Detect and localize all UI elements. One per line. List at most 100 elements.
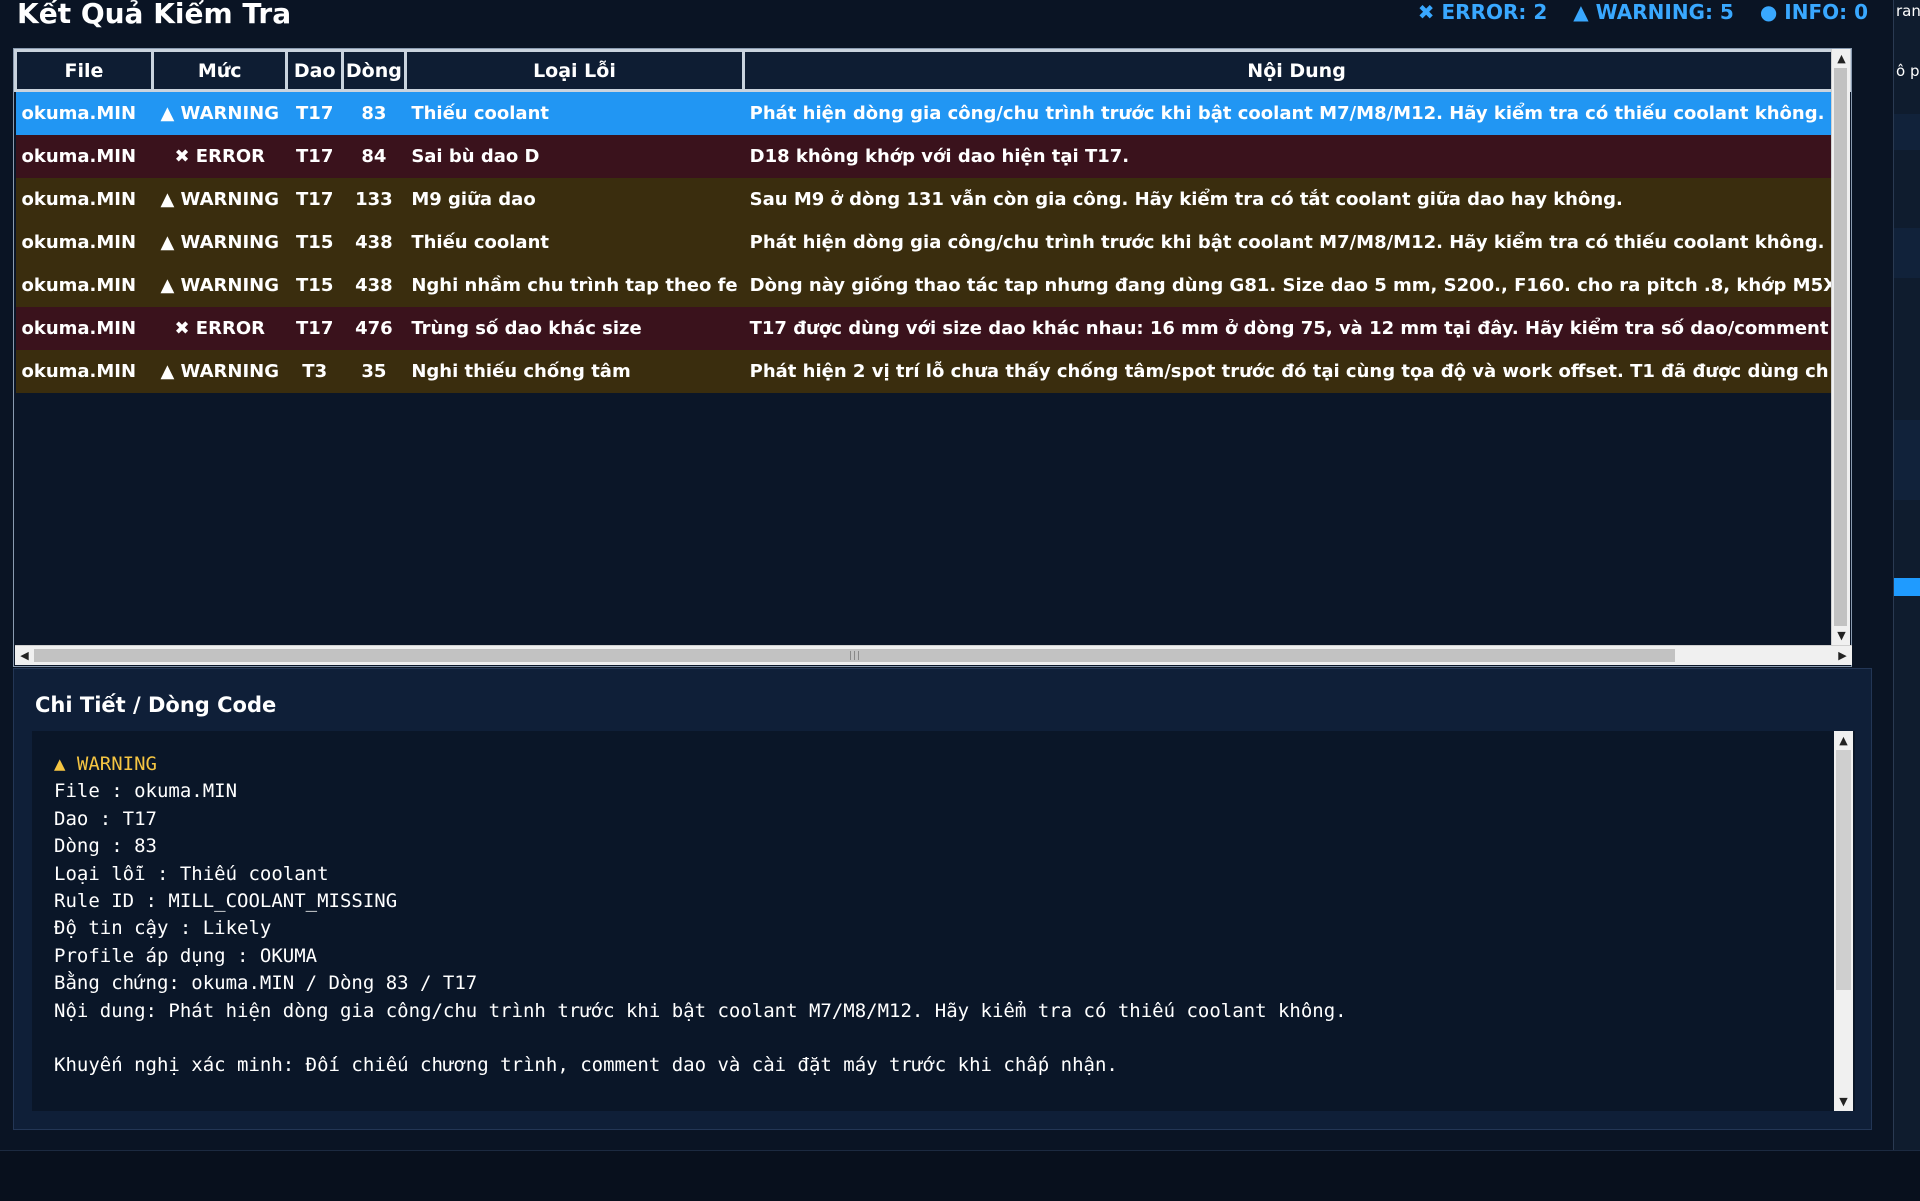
scroll-down-arrow-icon[interactable]: ▼ — [1832, 626, 1851, 645]
bottom-bar — [0, 1150, 1920, 1201]
warning-count: ▲ WARNING: 5 — [1573, 0, 1734, 24]
cell-file: okuma.MIN — [21, 232, 137, 253]
cell-line: 133 — [355, 189, 393, 210]
cell-level: ▲ WARNING — [160, 361, 279, 382]
detail-recommendation: Khuyến nghị xác minh: Đối chiếu chương t… — [54, 1054, 1118, 1077]
scroll-down-arrow-icon[interactable]: ▼ — [1834, 1092, 1853, 1111]
cell-type: Sai bù dao D — [411, 146, 540, 167]
detail-text-area[interactable]: ▲ WARNING File : okuma.MIN Dao : T17 Dòn… — [32, 731, 1855, 1111]
detail-text: ▲ WARNING File : okuma.MIN Dao : T17 Dòn… — [54, 751, 1347, 1080]
scroll-up-arrow-icon[interactable]: ▲ — [1832, 49, 1851, 68]
cell-file: okuma.MIN — [21, 318, 137, 339]
detail-scroll-thumb[interactable] — [1836, 750, 1851, 990]
adjacent-block — [1894, 114, 1920, 150]
cell-tool: T15 — [296, 275, 334, 296]
scroll-up-arrow-icon[interactable]: ▲ — [1834, 731, 1853, 750]
cell-content: D18 không khớp với dao hiện tại T17. — [749, 146, 1130, 167]
results-table: File Mức Dao Dòng Loại Lỗi Nội Dung okum… — [14, 49, 1851, 393]
cell-content: Phát hiện dòng gia công/chu trình trước … — [749, 103, 1825, 124]
detail-content: Nội dung: Phát hiện dòng gia công/chu tr… — [54, 999, 1347, 1022]
page-title: Kết Quả Kiểm Tra — [17, 0, 292, 30]
vertical-scroll-thumb[interactable] — [1834, 68, 1847, 626]
error-count: ✖ ERROR: 2 — [1417, 0, 1548, 24]
cell-file: okuma.MIN — [21, 189, 137, 210]
info-count: ● INFO: 0 — [1759, 0, 1868, 24]
cell-line: 476 — [355, 318, 393, 339]
cell-tool: T17 — [296, 318, 334, 339]
cell-level: ▲ WARNING — [160, 103, 279, 124]
cell-type: Nghi thiếu chống tâm — [411, 361, 631, 382]
cell-level: ✖ ERROR — [174, 318, 265, 339]
cell-tool: T17 — [296, 146, 334, 167]
cell-type: Trùng số dao khác size — [411, 318, 642, 339]
scroll-left-arrow-icon[interactable]: ◀ — [15, 646, 34, 665]
detail-confidence: Độ tin cậy : Likely — [54, 917, 272, 940]
table-row-selected[interactable]: okuma.MIN ▲ WARNING T17 83 Thiếu coolant… — [15, 90, 1850, 135]
table-header-row: File Mức Dao Dòng Loại Lỗi Nội Dung — [14, 49, 1851, 92]
cell-level: ▲ WARNING — [160, 189, 279, 210]
summary-counts: ✖ ERROR: 2 ▲ WARNING: 5 ● INFO: 0 — [1418, 0, 1868, 24]
detail-file: File : okuma.MIN — [54, 780, 238, 803]
cell-line: 84 — [361, 146, 387, 167]
cell-tool: T3 — [302, 361, 328, 382]
cell-line: 83 — [361, 103, 387, 124]
cell-content: T17 được dùng với size dao khác nhau: 16… — [749, 318, 1829, 339]
cell-tool: T15 — [296, 232, 334, 253]
cell-content: Sau M9 ở dòng 131 vẫn còn gia công. Hãy … — [749, 189, 1623, 210]
adjacent-text: ô pl — [1896, 62, 1920, 80]
detail-line-number: Dòng : 83 — [54, 835, 157, 858]
table-row[interactable]: okuma.MIN ▲ WARNING T15 438 Nghi nhầm ch… — [15, 264, 1850, 307]
column-header-level[interactable]: Mức — [150, 49, 289, 92]
adjacent-highlight — [1894, 578, 1920, 596]
cell-level: ▲ WARNING — [160, 275, 279, 296]
cell-tool: T17 — [296, 189, 334, 210]
cell-line: 438 — [355, 232, 393, 253]
table-row[interactable]: okuma.MIN ▲ WARNING T17 133 M9 giữa dao … — [15, 178, 1850, 221]
adjacent-text: ran — [1896, 2, 1920, 20]
column-header-tool[interactable]: Dao — [285, 49, 344, 92]
results-panel: File Mức Dao Dòng Loại Lỗi Nội Dung okum… — [13, 48, 1852, 667]
horizontal-scroll-thumb[interactable] — [34, 649, 1675, 662]
detail-vertical-scrollbar[interactable]: ▲ ▼ — [1834, 731, 1853, 1111]
adjacent-block — [1894, 420, 1920, 500]
cell-type: Thiếu coolant — [411, 103, 550, 124]
column-header-line[interactable]: Dòng — [340, 49, 407, 92]
table-row[interactable]: okuma.MIN ✖ ERROR T17 476 Trùng số dao k… — [15, 307, 1850, 350]
cell-file: okuma.MIN — [21, 361, 137, 382]
table-row[interactable]: okuma.MIN ✖ ERROR T17 84 Sai bù dao D D1… — [15, 135, 1850, 178]
horizontal-scrollbar[interactable]: ◀ ▶ — [15, 645, 1852, 665]
cell-type: Thiếu coolant — [411, 232, 550, 253]
cell-content: Phát hiện 2 vị trí lỗ chưa thấy chống tâ… — [749, 361, 1829, 382]
vertical-scrollbar[interactable]: ▲ ▼ — [1831, 49, 1850, 645]
column-header-file[interactable]: File — [14, 49, 154, 92]
cell-level: ▲ WARNING — [160, 232, 279, 253]
cell-content: Dòng này giống thao tác tap nhưng đang d… — [749, 275, 1837, 296]
detail-rule-id: Rule ID : MILL_COOLANT_MISSING — [54, 889, 398, 912]
thumb-grip — [858, 651, 859, 660]
detail-level: ▲ WARNING — [54, 753, 157, 775]
results-viewport: File Mức Dao Dòng Loại Lỗi Nội Dung okum… — [14, 49, 1851, 645]
detail-error-type: Loại lỗi : Thiếu coolant — [54, 862, 329, 885]
cell-level: ✖ ERROR — [174, 146, 265, 167]
detail-evidence: Bằng chứng: okuma.MIN / Dòng 83 / T17 — [54, 972, 478, 995]
cell-type: M9 giữa dao — [411, 189, 536, 210]
column-header-content[interactable]: Nội Dung — [742, 49, 1851, 92]
detail-tool: Dao : T17 — [54, 807, 157, 830]
cell-file: okuma.MIN — [21, 275, 137, 296]
detail-panel: Chi Tiết / Dòng Code ▲ WARNING File : ok… — [13, 668, 1872, 1130]
detail-profile: Profile áp dụng : OKUMA — [54, 944, 318, 967]
adjacent-window-strip: ran ô pl — [1893, 0, 1920, 1150]
column-header-type[interactable]: Loại Lỗi — [403, 49, 746, 92]
table-row[interactable]: okuma.MIN ▲ WARNING T15 438 Thiếu coolan… — [15, 221, 1850, 264]
cell-line: 438 — [355, 275, 393, 296]
scroll-right-arrow-icon[interactable]: ▶ — [1833, 646, 1852, 665]
cell-type: Nghi nhầm chu trình tap theo fe — [411, 275, 738, 296]
detail-spacer — [54, 1025, 1347, 1052]
cell-file: okuma.MIN — [21, 103, 137, 124]
detail-title: Chi Tiết / Dòng Code — [35, 693, 277, 717]
table-row[interactable]: okuma.MIN ▲ WARNING T3 35 Nghi thiếu chố… — [15, 350, 1850, 393]
thumb-grip — [850, 651, 851, 660]
cell-line: 35 — [361, 361, 387, 382]
cell-tool: T17 — [296, 103, 334, 124]
cell-content: Phát hiện dòng gia công/chu trình trước … — [749, 232, 1825, 253]
